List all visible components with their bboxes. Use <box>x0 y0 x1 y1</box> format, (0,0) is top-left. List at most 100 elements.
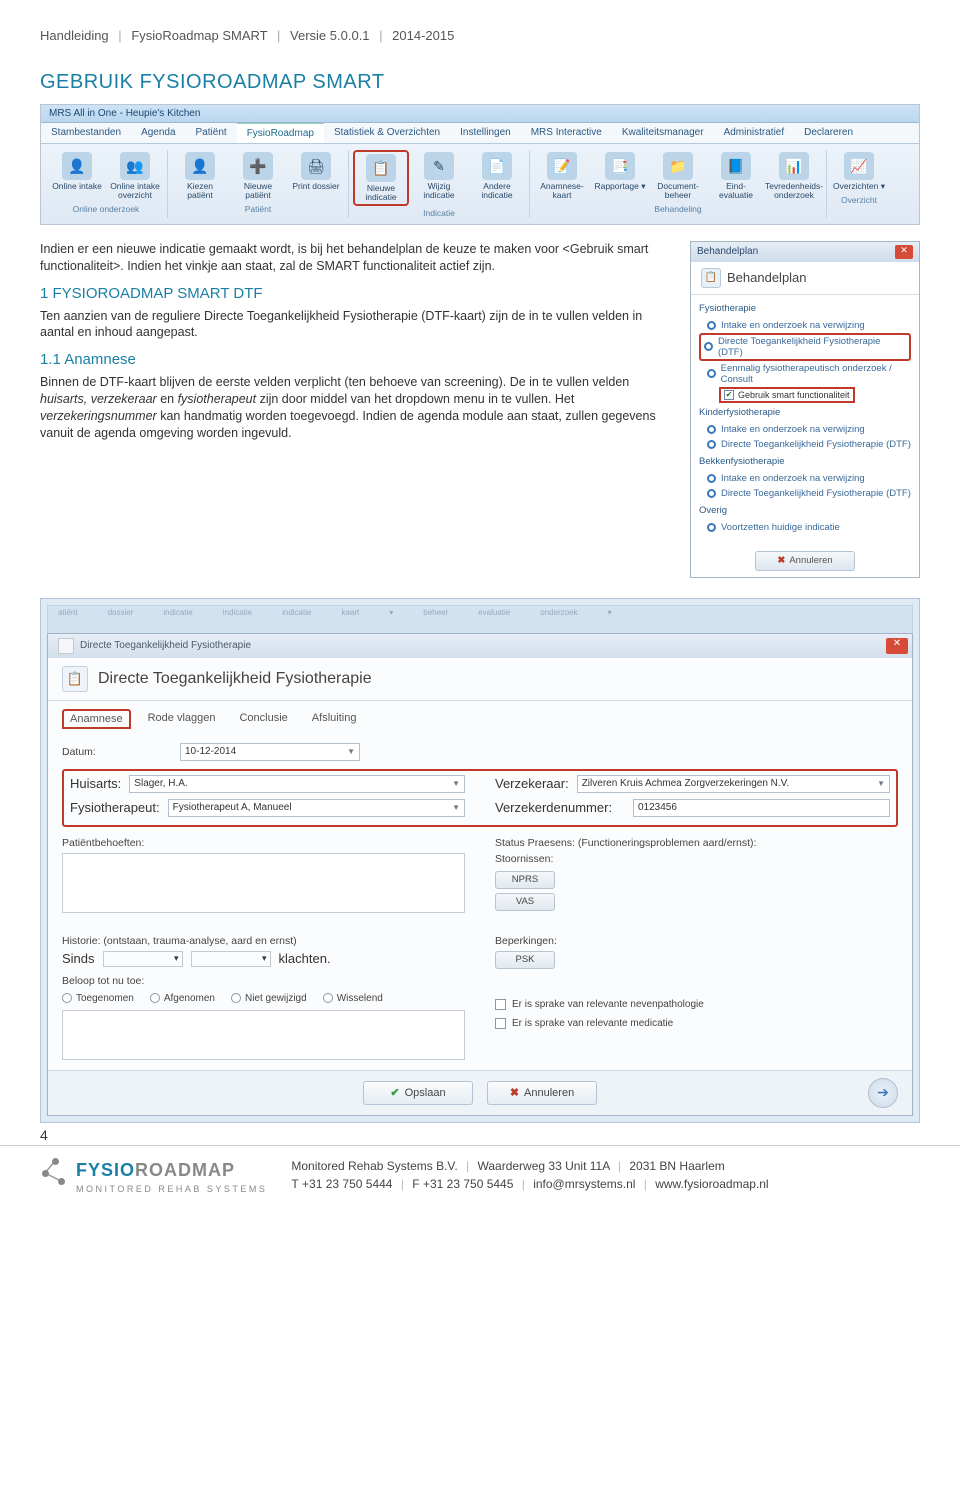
sinds-input-1[interactable]: ▾ <box>103 951 183 967</box>
ribbon-item[interactable]: 📘Eind- evaluatie <box>708 150 764 202</box>
beloop-radio[interactable]: Wisselend <box>323 993 383 1004</box>
panel-radio-option[interactable]: Directe Toegankelijkheid Fysiotherapie (… <box>699 486 911 501</box>
nprs-button[interactable]: NPRS <box>495 871 555 889</box>
panel-group-label: Overig <box>699 505 911 516</box>
ribbon-group-label: Overzicht <box>841 195 877 205</box>
ribbon-tab[interactable]: Declareren <box>794 123 863 143</box>
vas-button[interactable]: VAS <box>495 893 555 911</box>
ribbon-tab[interactable]: Stambestanden <box>41 123 131 143</box>
panel-radio-option[interactable]: Eenmalig fysiotherapeutisch onderzoek / … <box>699 361 911 387</box>
ribbon-item[interactable]: 👥Online intake overzicht <box>107 150 163 202</box>
ribbon-item[interactable]: 📁Document- beheer <box>650 150 706 202</box>
panel-radio-option[interactable]: Directe Toegankelijkheid Fysiotherapie (… <box>699 333 911 361</box>
smart-functionaliteit-checkbox[interactable]: ✔ Gebruik smart functionaliteit <box>719 387 855 403</box>
ribbon-item-icon: 👥 <box>120 152 150 180</box>
verzekerdenummer-input[interactable]: 0123456 <box>633 799 890 817</box>
panel-option-label: Directe Toegankelijkheid Fysiotherapie (… <box>721 488 911 499</box>
beloop-textarea[interactable] <box>62 1010 465 1060</box>
ribbon-tab[interactable]: Instellingen <box>450 123 521 143</box>
panel-radio-option[interactable]: Intake en onderzoek na verwijzing <box>699 471 911 486</box>
ribbon-item[interactable]: 👤Online intake <box>49 150 105 202</box>
datum-input[interactable]: 10-12-2014▼ <box>180 743 360 761</box>
ribbon-item-label: Overzichten ▾ <box>833 182 885 191</box>
ribbon-tab[interactable]: Statistiek & Overzichten <box>324 123 450 143</box>
ribbon-item[interactable]: ✎Wijzig indicatie <box>411 150 467 206</box>
screenshot-dtf: atiëntdossierindicatieindicatieindicatie… <box>40 598 920 1123</box>
nevenpathologie-checkbox[interactable]: Er is sprake van relevante nevenpatholog… <box>495 999 898 1010</box>
opslaan-button[interactable]: ✔Opslaan <box>363 1081 473 1105</box>
verzekerdenummer-label: Verzekerdenummer: <box>495 800 625 815</box>
radio-label: Afgenomen <box>164 993 215 1004</box>
ribbon-item-label: Nieuwe indicatie <box>357 184 405 202</box>
beloop-radio[interactable]: Niet gewijzigd <box>231 993 307 1004</box>
ribbon-tab[interactable]: FysioRoadmap <box>237 123 324 143</box>
huisarts-input[interactable]: Slager, H.A.▼ <box>129 775 465 793</box>
cancel-button[interactable]: ✖ Annuleren <box>755 551 855 571</box>
panel-radio-option[interactable]: Intake en onderzoek na verwijzing <box>699 422 911 437</box>
beloop-radio[interactable]: Afgenomen <box>150 993 215 1004</box>
ribbon-item-label: Document- beheer <box>652 182 704 200</box>
panel-group-label: Bekkenfysiotherapie <box>699 456 911 467</box>
dtf-tab[interactable]: Conclusie <box>232 709 294 729</box>
huisarts-label: Huisarts: <box>70 776 121 791</box>
psk-button[interactable]: PSK <box>495 951 555 969</box>
panel-option-label: Intake en onderzoek na verwijzing <box>721 424 865 435</box>
ribbon-item[interactable]: 👤Kiezen patiënt <box>172 150 228 202</box>
ribbon-group: 📝Anamnese- kaart📑Rapportage ▾📁Document- … <box>530 150 827 218</box>
dtf-tab[interactable]: Anamnese <box>62 709 131 729</box>
ribbon-item[interactable]: 📋 Nieuwe indicatie <box>353 150 409 206</box>
ribbon-tab[interactable]: Administratief <box>714 123 795 143</box>
next-button[interactable]: ➔ <box>868 1078 898 1108</box>
ribbon-item[interactable]: 📑Rapportage ▾ <box>592 150 648 202</box>
chevron-down-icon: ▼ <box>452 779 460 788</box>
medicatie-checkbox[interactable]: Er is sprake van relevante medicatie <box>495 1018 898 1029</box>
brand-tagline: MONITORED REHAB SYSTEMS <box>76 1184 267 1194</box>
sinds-label: Sinds <box>62 951 95 966</box>
radio-icon <box>62 993 72 1003</box>
close-icon[interactable]: ✕ <box>895 245 913 259</box>
panel-group-label: Kinderfysiotherapie <box>699 407 911 418</box>
ribbon-item-icon: 📘 <box>721 152 751 180</box>
panel-radio-option[interactable]: Voortzetten huidige indicatie <box>699 520 911 535</box>
beloop-radio[interactable]: Toegenomen <box>62 993 134 1004</box>
ribbon-item[interactable]: 📄Andere indicatie <box>469 150 525 206</box>
checkbox-icon: ✔ <box>724 390 734 400</box>
stoornissen-label: Stoornissen: <box>495 853 898 865</box>
verzekerdenummer-value: 0123456 <box>638 802 677 813</box>
annuleren-button[interactable]: ✖Annuleren <box>487 1081 597 1105</box>
ribbon-item-label: Andere indicatie <box>471 182 523 200</box>
chevron-down-icon: ▼ <box>347 747 355 756</box>
ribbon-item[interactable]: 📝Anamnese- kaart <box>534 150 590 202</box>
fysiotherapeut-input[interactable]: Fysiotherapeut A, Manueel▼ <box>168 799 465 817</box>
radio-icon <box>323 993 333 1003</box>
dtf-footer: ✔Opslaan ✖Annuleren ➔ <box>48 1070 912 1115</box>
panel-body: FysiotherapieIntake en onderzoek na verw… <box>691 295 919 543</box>
dtf-tab[interactable]: Afsluiting <box>305 709 364 729</box>
ribbon-item[interactable]: 📈Overzichten ▾ <box>831 150 887 193</box>
panel-radio-option[interactable]: Directe Toegankelijkheid Fysiotherapie (… <box>699 437 911 452</box>
screenshot-ribbon: MRS All in One - Heupie's Kitchen Stambe… <box>40 104 920 225</box>
checkbox-label: Gebruik smart functionaliteit <box>738 390 850 400</box>
ribbon-item[interactable]: 📊Tevredenheids- onderzoek <box>766 150 822 202</box>
verzekeraar-label: Verzekeraar: <box>495 776 569 791</box>
ribbon-item[interactable]: 🖨Print dossier <box>288 150 344 202</box>
ribbon-item-icon: 📋 <box>366 154 396 182</box>
ribbon-tab[interactable]: MRS Interactive <box>521 123 612 143</box>
sinds-input-2[interactable]: ▾ <box>191 951 271 967</box>
verzekeraar-input[interactable]: Zilveren Kruis Achmea Zorgverzekeringen … <box>577 775 890 793</box>
panel-heading: Behandelplan <box>727 270 807 285</box>
close-icon[interactable]: ✕ <box>886 638 908 654</box>
ribbon-item[interactable]: ➕Nieuwe patiënt <box>230 150 286 202</box>
ribbon-tab[interactable]: Kwaliteitsmanager <box>612 123 714 143</box>
ribbon-tab[interactable]: Agenda <box>131 123 185 143</box>
ribbon-tab[interactable]: Patiënt <box>186 123 237 143</box>
ribbon-item-label: Anamnese- kaart <box>536 182 588 200</box>
patientbehoeften-textarea[interactable] <box>62 853 465 913</box>
panel-titlebar: Behandelplan ✕ <box>691 242 919 262</box>
panel-window-title: Behandelplan <box>697 246 758 257</box>
dtf-tabs: Anamnese Rode vlaggen Conclusie Afsluiting <box>48 701 912 729</box>
dtf-tab[interactable]: Rode vlaggen <box>141 709 223 729</box>
panel-radio-option[interactable]: Intake en onderzoek na verwijzing <box>699 318 911 333</box>
beloop-radios: Toegenomen Afgenomen Niet gewijzigd Wissele… <box>62 993 465 1004</box>
section-1-1-paragraph: Binnen de DTF-kaart blijven de eerste ve… <box>40 374 670 442</box>
